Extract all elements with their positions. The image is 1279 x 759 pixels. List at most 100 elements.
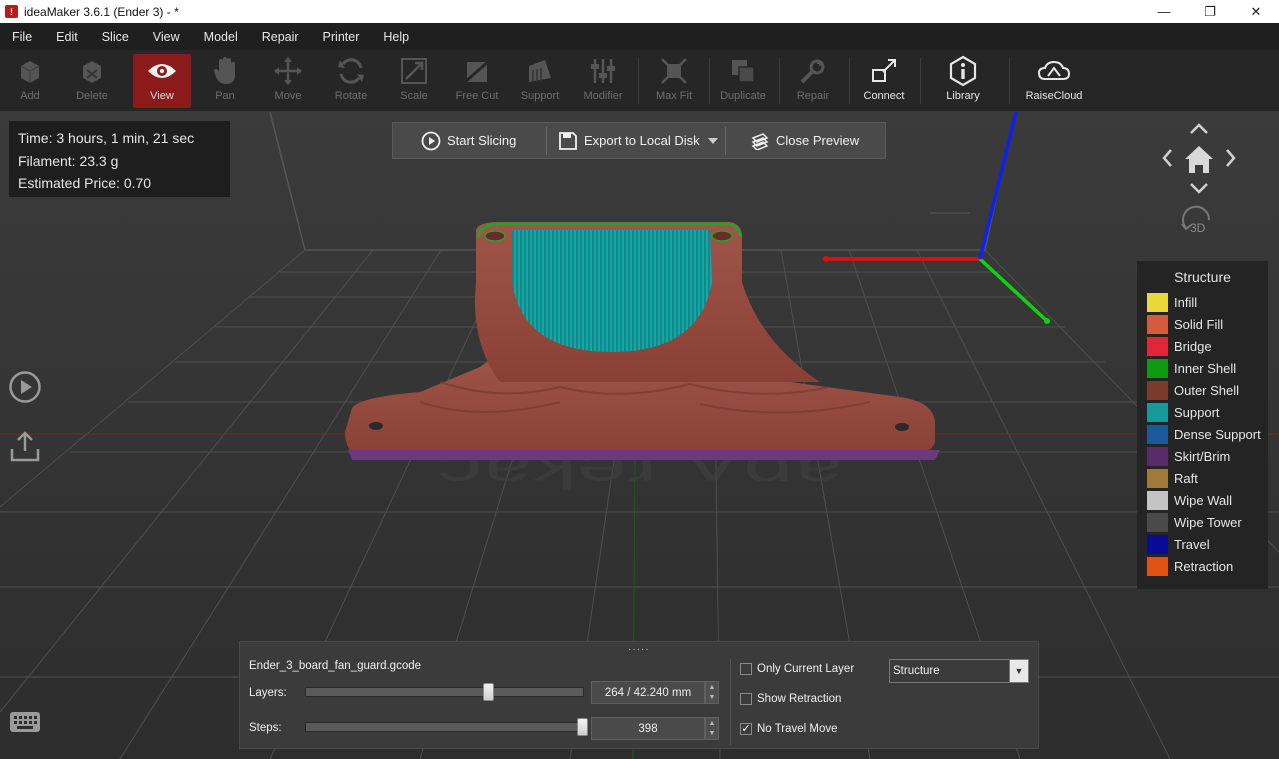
menu-edit[interactable]: Edit: [44, 30, 90, 44]
library-button[interactable]: Library: [934, 54, 992, 108]
scale-icon: [394, 54, 434, 88]
hand-icon: [205, 54, 245, 88]
caret-down-icon: [708, 137, 718, 144]
legend-swatch: [1147, 512, 1168, 532]
checkbox-box[interactable]: [740, 693, 752, 705]
menu-view[interactable]: View: [141, 30, 192, 44]
cut-icon: [457, 54, 497, 88]
max-fit-button[interactable]: Max Fit: [645, 54, 703, 108]
nav-right-arrow-icon[interactable]: [1226, 149, 1236, 167]
rotate-icon: [331, 54, 371, 88]
eye-icon: [142, 54, 182, 88]
color-mode-select[interactable]: Structure ▼: [889, 659, 1029, 683]
repair-button[interactable]: Repair: [784, 54, 842, 108]
view-navigation-cube: 3D: [1156, 116, 1246, 246]
axis-z-gizmo: [978, 112, 1018, 260]
chevron-down-icon[interactable]: ▼: [1009, 660, 1028, 682]
share-export-button[interactable]: [7, 428, 43, 464]
legend-item: Solid Fill: [1137, 313, 1268, 335]
menu-bar: File Edit Slice View Model Repair Printe…: [0, 23, 1279, 50]
modifier-button[interactable]: Modifier: [574, 54, 632, 108]
legend-swatch: [1147, 358, 1168, 378]
support-icon: [520, 54, 560, 88]
close-preview-icon: [751, 132, 769, 150]
duplicate-button[interactable]: Duplicate: [714, 54, 772, 108]
export-dropdown-button[interactable]: [707, 123, 725, 158]
checkbox-box[interactable]: ✓: [740, 723, 752, 735]
steps-slider[interactable]: [305, 718, 588, 736]
legend-swatch: [1147, 336, 1168, 356]
view-button[interactable]: View: [133, 54, 191, 108]
menu-repair[interactable]: Repair: [250, 30, 311, 44]
title-bar: ! ideaMaker 3.6.1 (Ender 3) - * — ❐ ✕: [0, 0, 1279, 23]
play-circle-icon: [9, 371, 41, 403]
menu-model[interactable]: Model: [192, 30, 250, 44]
close-preview-button[interactable]: Close Preview: [726, 123, 859, 158]
steps-label: Steps:: [249, 722, 282, 734]
minimize-button[interactable]: —: [1141, 0, 1187, 23]
support-button[interactable]: Support: [511, 54, 569, 108]
close-window-button[interactable]: ✕: [1233, 0, 1279, 23]
steps-spinbox[interactable]: 398: [591, 717, 705, 740]
maximize-button[interactable]: ❐: [1187, 0, 1233, 23]
legend-swatch: [1147, 424, 1168, 444]
no-travel-move-checkbox[interactable]: ✓ No Travel Move: [740, 723, 838, 735]
upload-icon: [10, 431, 40, 462]
legend-item: Wipe Tower: [1137, 511, 1268, 533]
gcode-preview-panel: ····· Ender_3_board_fan_guard.gcode Laye…: [239, 641, 1039, 749]
play-animation-button[interactable]: [7, 369, 43, 405]
keyboard-shortcuts-button[interactable]: [7, 704, 43, 740]
menu-printer[interactable]: Printer: [311, 30, 372, 44]
home-icon[interactable]: [1185, 146, 1213, 173]
scale-button[interactable]: Scale: [385, 54, 443, 108]
spin-up-icon[interactable]: ▲: [706, 718, 718, 729]
layers-spinbox[interactable]: 264 / 42.240 mm: [591, 681, 705, 704]
nav-left-arrow-icon[interactable]: [1162, 149, 1172, 167]
pan-button[interactable]: Pan: [196, 54, 254, 108]
keyboard-icon: [10, 712, 40, 732]
legend-swatch: [1147, 314, 1168, 334]
max-fit-icon: [654, 54, 694, 88]
steps-spinbox-arrows[interactable]: ▲ ▼: [705, 717, 719, 740]
add-button[interactable]: Add: [1, 54, 59, 108]
toolbar-separator: [638, 58, 639, 104]
move-button[interactable]: Move: [259, 54, 317, 108]
raisecloud-button[interactable]: RaiseCloud: [1024, 54, 1084, 108]
legend-item: Travel: [1137, 533, 1268, 555]
model-skirt: [348, 450, 940, 460]
rotate-button[interactable]: Rotate: [322, 54, 380, 108]
menu-file[interactable]: File: [0, 30, 44, 44]
add-cube-icon: [10, 54, 50, 88]
nav-3d-label[interactable]: 3D: [1190, 221, 1205, 235]
model-slot-left: [484, 230, 506, 242]
model-support: [512, 230, 712, 352]
cloud-icon: [1034, 54, 1074, 88]
checkbox-box[interactable]: [740, 663, 752, 675]
steps-slider-thumb[interactable]: [577, 718, 588, 736]
export-local-disk-button[interactable]: Export to Local Disk: [547, 123, 707, 158]
only-current-layer-checkbox[interactable]: Only Current Layer: [740, 663, 854, 675]
start-slicing-button[interactable]: Start Slicing: [393, 123, 546, 158]
menu-slice[interactable]: Slice: [90, 30, 141, 44]
nav-down-arrow-icon[interactable]: [1190, 183, 1208, 194]
layers-spinbox-arrows[interactable]: ▲ ▼: [705, 681, 719, 704]
connect-button[interactable]: Connect: [855, 54, 913, 108]
legend-item: Outer Shell: [1137, 379, 1268, 401]
spin-down-icon[interactable]: ▼: [706, 729, 718, 740]
gcode-filename: Ender_3_board_fan_guard.gcode: [249, 660, 422, 672]
spin-down-icon[interactable]: ▼: [706, 693, 718, 704]
3d-viewport[interactable]: ɔɐʞǝɹ ∀dɐ Time: 3 hours, 1 min, 21 sec F…: [0, 112, 1279, 759]
panel-drag-handle[interactable]: ·····: [628, 645, 650, 655]
layers-slider-thumb[interactable]: [482, 683, 494, 701]
menu-help[interactable]: Help: [371, 30, 421, 44]
play-circle-icon: [421, 131, 441, 150]
free-cut-button[interactable]: Free Cut: [448, 54, 506, 108]
show-retraction-checkbox[interactable]: Show Retraction: [740, 693, 841, 705]
move-arrows-icon: [268, 54, 308, 88]
layers-slider[interactable]: [305, 683, 584, 701]
legend-item: Infill: [1137, 291, 1268, 313]
delete-button[interactable]: Delete: [63, 54, 121, 108]
nav-up-arrow-icon[interactable]: [1190, 123, 1208, 134]
spin-up-icon[interactable]: ▲: [706, 682, 718, 693]
model-hole-left: [369, 422, 383, 430]
